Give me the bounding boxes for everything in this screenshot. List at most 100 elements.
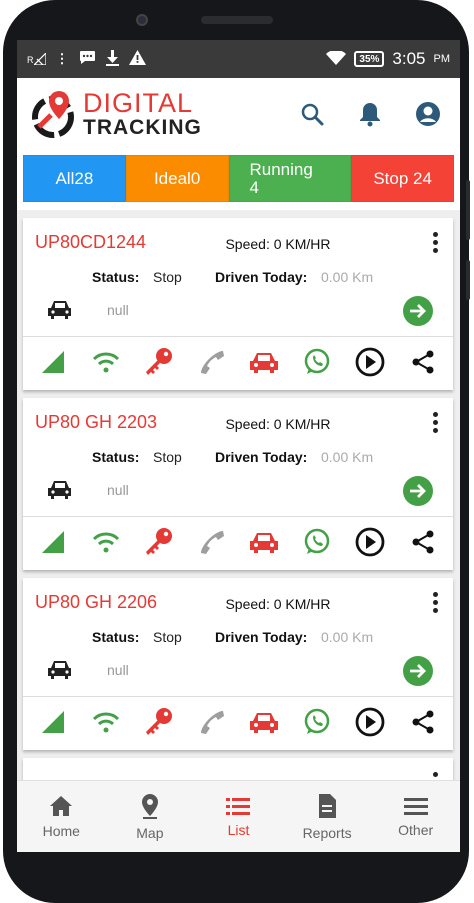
driven-today-label: Driven Today: [215,449,308,465]
vehicle-card-partial[interactable] [23,758,453,780]
signal-icon[interactable] [35,704,71,740]
logo-line2: TRACKING [83,116,202,139]
more-options-icon[interactable] [433,772,439,780]
list-icon [226,797,251,815]
nav-map[interactable]: Map [106,781,195,852]
play-icon[interactable] [352,344,388,380]
share-icon[interactable] [405,524,441,560]
notification-bell-icon[interactable] [356,100,384,128]
nav-reports[interactable]: Reports [283,781,372,852]
wifi-icon[interactable] [88,524,124,560]
front-camera [136,14,148,26]
screen: R ⋮ 35% 3:05 PM DIGITAL TRACKING All28 I… [17,40,460,852]
tab-running-label: Running [249,159,313,179]
tab-running[interactable]: Running 4 [228,155,352,202]
status-value: Stop [153,449,182,465]
vehicle-card[interactable]: UP80CD1244 Speed: 0 KM/HR Status: Stop D… [23,218,453,390]
vehicle-type-car-icon [47,298,73,325]
more-options-icon[interactable] [433,592,439,614]
play-icon[interactable] [352,704,388,740]
go-arrow-button[interactable] [403,656,433,686]
key-icon[interactable] [141,704,177,740]
message-icon [79,50,96,68]
earpiece-speaker [201,16,273,24]
clock-time: 3:05 [392,49,426,68]
driven-today-label: Driven Today: [215,629,308,645]
vehicle-speed: Speed: 0 KM/HR [225,236,331,252]
vehicle-speed: Speed: 0 KM/HR [225,416,331,432]
nav-reports-label: Reports [302,824,352,841]
whatsapp-icon[interactable] [299,524,335,560]
nav-home-label: Home [42,822,80,839]
driven-today-value: 0.00 Km [321,629,374,645]
whatsapp-icon[interactable] [299,704,335,740]
vehicle-address: null [107,662,129,678]
wifi-status-icon [326,49,347,68]
car-status-icon[interactable] [246,344,282,380]
tab-all-label: All28 [55,168,94,188]
card-divider [23,336,453,337]
phone-icon[interactable] [194,704,230,740]
map-pin-icon [141,793,158,819]
car-status-icon[interactable] [246,524,282,560]
go-arrow-button[interactable] [403,476,433,506]
driven-today-value: 0.00 Km [321,449,374,465]
whatsapp-icon[interactable] [299,344,335,380]
battery-indicator: 35% [354,51,385,67]
vehicle-address: null [107,482,129,498]
nav-home[interactable]: Home [17,781,106,852]
go-arrow-button[interactable] [403,296,433,326]
status-value: Stop [153,269,182,285]
tab-ideal-label: Ideal0 [153,168,201,188]
key-icon[interactable] [141,344,177,380]
volume-button [466,180,470,240]
share-icon[interactable] [405,344,441,380]
account-icon[interactable] [414,100,442,128]
more-options-icon[interactable] [433,412,439,434]
menu-icon [403,797,428,815]
nav-list[interactable]: List [194,781,283,852]
vehicle-card[interactable]: UP80 GH 2206 Speed: 0 KM/HR Status: Stop… [23,578,453,750]
play-icon[interactable] [352,524,388,560]
vehicle-card[interactable]: UP80 GH 2203 Speed: 0 KM/HR Status: Stop… [23,398,453,570]
tab-stop-label: Stop 24 [373,168,432,188]
card-action-icons [23,340,453,384]
report-icon [319,793,337,818]
wifi-icon[interactable] [88,704,124,740]
logo-line1: DIGITAL [83,88,194,118]
signal-icon[interactable] [35,344,71,380]
nav-map-label: Map [136,824,164,841]
tab-stop[interactable]: Stop 24 [351,155,454,202]
more-options-icon[interactable] [433,232,439,254]
nav-other[interactable]: Other [371,781,460,852]
vehicle-address: null [107,302,129,318]
tab-ideal[interactable]: Ideal0 [125,155,229,202]
arrow-right-icon [410,664,426,678]
status-label: Status: [92,629,140,645]
more-dots-icon: ⋮ [55,51,69,66]
driven-today-label: Driven Today: [215,269,308,285]
logo-mark-icon [32,91,74,138]
phone-icon[interactable] [194,344,230,380]
app-bar: DIGITAL TRACKING [17,78,460,150]
nav-list-label: List [227,821,250,838]
download-icon [105,49,119,69]
wifi-icon[interactable] [88,344,124,380]
tab-all[interactable]: All28 [23,155,126,202]
tab-running-count: 4 [249,177,259,197]
vehicle-type-car-icon [47,658,73,685]
status-filter-tabs: All28 Ideal0 Running 4 Stop 24 [23,155,454,202]
key-icon[interactable] [141,524,177,560]
vehicle-list[interactable]: UP80CD1244 Speed: 0 KM/HR Status: Stop D… [17,210,460,780]
bottom-navigation: Home Map List Reports Other [17,780,460,852]
power-button [466,260,470,300]
nav-other-label: Other [398,821,434,838]
card-divider [23,696,453,697]
car-status-icon[interactable] [246,704,282,740]
status-bar: R ⋮ 35% 3:05 PM [17,40,460,78]
share-icon[interactable] [405,704,441,740]
vehicle-speed: Speed: 0 KM/HR [225,596,331,612]
phone-icon[interactable] [194,524,230,560]
search-icon[interactable] [298,100,326,128]
signal-icon[interactable] [35,524,71,560]
